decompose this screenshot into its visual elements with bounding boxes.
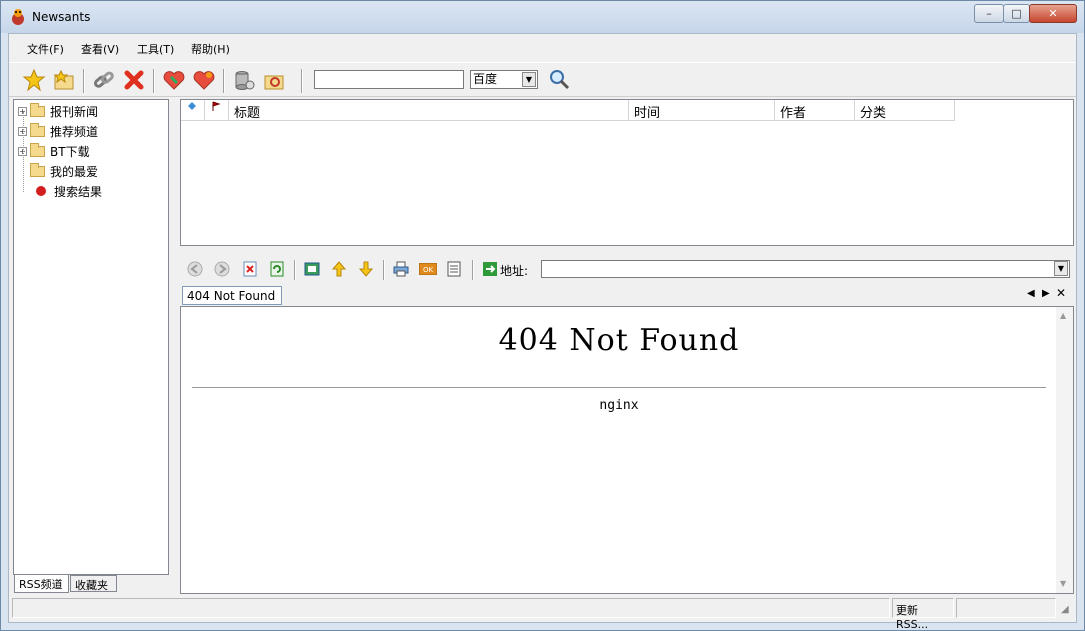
- status-update-rss: 更新RSS...: [892, 598, 954, 631]
- chevron-down-icon[interactable]: ▼: [522, 72, 536, 87]
- title-bar[interactable]: [1, 1, 1084, 33]
- chevron-down-icon[interactable]: ▼: [1054, 261, 1068, 276]
- tree-item-label: 我的最爱: [50, 164, 99, 179]
- status-bar: 更新RSS... ◢: [9, 596, 1076, 631]
- flag-icon: [212, 101, 221, 111]
- tab-close-icon[interactable]: ✕: [1056, 286, 1066, 300]
- maximize-button[interactable]: □: [1003, 4, 1030, 23]
- column-author[interactable]: 作者: [775, 100, 855, 121]
- app-icon: [10, 8, 26, 26]
- tree-item-bt[interactable]: + BT下载: [18, 142, 90, 160]
- toolbar-separator: [153, 69, 155, 93]
- menu-file[interactable]: 文件(F): [27, 41, 64, 57]
- folder-icon: [30, 142, 45, 157]
- rss-heart-icon[interactable]: [191, 67, 217, 93]
- fullscreen-icon[interactable]: [303, 260, 321, 278]
- svg-text:OK: OK: [423, 266, 434, 274]
- tree-item-recommended[interactable]: + 推荐频道: [18, 122, 98, 140]
- address-label: 地址:: [500, 264, 529, 278]
- toolbar-separator: [83, 69, 85, 93]
- database-icon[interactable]: [231, 67, 257, 93]
- tree-line: [23, 112, 24, 192]
- main-toolbar: [9, 62, 1076, 97]
- page-footer: nginx: [599, 398, 639, 413]
- close-button[interactable]: ✕: [1029, 4, 1077, 23]
- folder-star-icon[interactable]: [51, 67, 77, 93]
- toolbar-separator: [472, 260, 474, 280]
- folder-icon: [30, 102, 45, 117]
- tab-prev-icon[interactable]: ◀: [1027, 288, 1035, 299]
- red-dot-icon: [36, 186, 46, 196]
- ok-icon[interactable]: OK: [419, 260, 437, 278]
- status-extra: [956, 598, 1056, 618]
- column-unread[interactable]: [181, 100, 205, 121]
- column-flag[interactable]: [205, 100, 229, 121]
- menu-bar: 文件(F) 查看(V) 工具(T) 帮助(H): [9, 37, 1076, 59]
- column-category[interactable]: 分类: [855, 100, 955, 121]
- tree-item-label: 报刊新闻: [50, 104, 99, 119]
- forward-icon[interactable]: [213, 260, 231, 278]
- rss-down-icon[interactable]: [161, 67, 187, 93]
- link-icon[interactable]: [91, 67, 117, 93]
- document-icon[interactable]: [445, 260, 463, 278]
- article-list: 标题 时间 作者 分类: [180, 99, 1074, 246]
- arrow-down-icon[interactable]: [357, 260, 375, 278]
- tree-item-label: 推荐频道: [50, 124, 99, 139]
- toolbar-separator: [294, 260, 296, 280]
- tree-item-newspapers[interactable]: + 报刊新闻: [18, 102, 98, 120]
- tab-next-icon[interactable]: ▶: [1042, 288, 1050, 299]
- document-tabbar: [180, 283, 1074, 305]
- go-icon[interactable]: [481, 260, 499, 278]
- web-view: 404 Not Found nginx ▲ ▼: [180, 306, 1074, 594]
- tab-404-page[interactable]: 404 Not Found: [182, 286, 282, 305]
- folder-icon: [30, 122, 45, 137]
- toolbar-separator: [301, 69, 303, 93]
- toolbar-separator: [383, 260, 385, 280]
- page-heading: 404 Not Found: [498, 323, 740, 358]
- tree-item-search-results[interactable]: 搜索结果: [36, 182, 102, 200]
- menu-help[interactable]: 帮助(H): [191, 41, 230, 57]
- search-icon[interactable]: [546, 66, 572, 92]
- scroll-up-icon[interactable]: ▲: [1060, 311, 1066, 320]
- star-icon[interactable]: [21, 67, 47, 93]
- search-engine-select[interactable]: 百度 ▼: [470, 70, 538, 89]
- back-icon[interactable]: [186, 260, 204, 278]
- minimize-button[interactable]: –: [974, 4, 1004, 23]
- diamond-icon: [188, 102, 196, 110]
- column-time[interactable]: 时间: [629, 100, 775, 121]
- tree-item-label: BT下载: [50, 144, 90, 159]
- resize-grip-icon[interactable]: ◢: [1061, 604, 1069, 615]
- search-engine-value: 百度: [473, 72, 498, 86]
- search-input[interactable]: [314, 70, 464, 89]
- menu-tools[interactable]: 工具(T): [137, 41, 174, 57]
- config-folder-icon[interactable]: [261, 67, 287, 93]
- tree-item-favorites[interactable]: 我的最爱: [30, 162, 98, 180]
- arrow-up-icon[interactable]: [330, 260, 348, 278]
- stop-icon[interactable]: [241, 260, 259, 278]
- status-main: [12, 598, 890, 618]
- menu-view[interactable]: 查看(V): [81, 41, 119, 57]
- folder-icon: [30, 162, 45, 177]
- delete-icon[interactable]: [121, 67, 147, 93]
- channel-tree: + 报刊新闻 + 推荐频道 + BT下载 我的最爱 搜索结果: [13, 99, 169, 575]
- toolbar-separator: [223, 69, 225, 93]
- scroll-down-icon[interactable]: ▼: [1060, 579, 1066, 588]
- address-input[interactable]: ▼: [541, 260, 1070, 278]
- vertical-scrollbar[interactable]: ▲ ▼: [1056, 307, 1073, 593]
- tab-favorites[interactable]: 收藏夹: [70, 575, 117, 592]
- tree-item-label: 搜索结果: [54, 184, 103, 199]
- column-title[interactable]: 标题: [229, 100, 629, 121]
- window-title: Newsants: [32, 10, 91, 24]
- page-divider: [192, 387, 1046, 388]
- tab-rss-channels[interactable]: RSS频道: [14, 575, 69, 593]
- print-icon[interactable]: [392, 260, 410, 278]
- refresh-icon[interactable]: [268, 260, 286, 278]
